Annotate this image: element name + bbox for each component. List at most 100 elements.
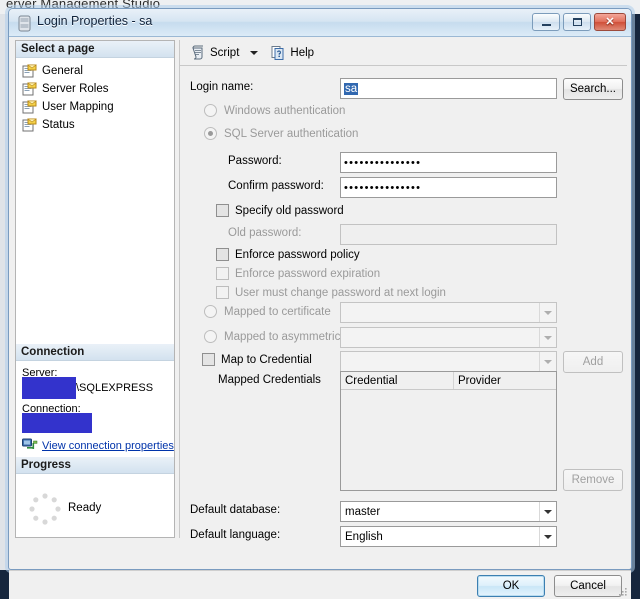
credential-dropdown[interactable]	[340, 351, 557, 372]
mapped-to-certificate-radio[interactable]: Mapped to certificate	[204, 305, 331, 318]
must-change-password-checkbox[interactable]: User must change password at next login	[216, 286, 446, 299]
dialog-body: Select a page General Server Roles User …	[9, 38, 633, 599]
progress-header: Progress	[16, 457, 174, 474]
general-page-form: Login name: sa Search... Windows authent…	[180, 67, 627, 547]
server-value: \SQLEXPRESS	[76, 382, 154, 394]
old-password-label: Old password:	[228, 227, 302, 239]
remove-credential-button[interactable]: Remove	[563, 469, 623, 491]
resize-grip-icon[interactable]	[618, 587, 628, 597]
checkbox-icon	[216, 204, 229, 217]
old-password-input[interactable]	[340, 224, 557, 245]
add-credential-button[interactable]: Add	[563, 351, 623, 373]
ok-button[interactable]: OK	[477, 575, 545, 597]
progress-body: Ready	[16, 474, 174, 554]
connection-body: Server: \SQLEXPRESS Connection: View con…	[16, 361, 174, 466]
map-to-credential-checkbox[interactable]: Map to Credential	[202, 353, 312, 366]
mapped-credentials-list[interactable]: Credential Provider	[340, 371, 557, 491]
column-header-credential[interactable]: Credential	[341, 372, 454, 389]
checkbox-icon	[216, 286, 229, 299]
maximize-button[interactable]	[563, 13, 591, 31]
password-label: Password:	[228, 155, 282, 167]
window-controls: ✕	[532, 13, 626, 31]
mapped-to-certificate-label: Mapped to certificate	[224, 305, 331, 318]
default-database-value: master	[345, 505, 381, 518]
sidebar-item-label: Server Roles	[42, 83, 109, 95]
enforce-password-expiration-checkbox[interactable]: Enforce password expiration	[216, 267, 380, 280]
page-icon	[22, 118, 37, 132]
page-list: General Server Roles User Mapping Status	[16, 58, 174, 134]
sidebar-item-server-roles[interactable]: Server Roles	[20, 80, 174, 98]
confirm-password-value: •••••••••••••••	[344, 181, 422, 194]
old-password-row: Old password:	[228, 227, 302, 239]
mapped-to-asymmetric-key-radio[interactable]: Mapped to asymmetric key	[204, 330, 361, 343]
confirm-password-label: Confirm password:	[228, 180, 324, 192]
login-properties-dialog: Login Properties - sa ✕ Select a page Ge…	[8, 8, 633, 599]
toolbar: Script Help	[180, 40, 627, 66]
sidebar-item-general[interactable]: General	[20, 62, 174, 80]
close-button[interactable]: ✕	[594, 13, 626, 31]
sidebar-item-user-mapping[interactable]: User Mapping	[20, 98, 174, 116]
help-button[interactable]: Help	[268, 43, 317, 62]
script-button[interactable]: Script	[188, 43, 242, 62]
server-name-redaction	[22, 377, 76, 399]
map-to-credential-label: Map to Credential	[221, 353, 312, 366]
title-bar[interactable]: Login Properties - sa ✕	[9, 9, 631, 37]
select-a-page-header: Select a page	[16, 41, 174, 58]
confirm-password-row: Confirm password:	[228, 180, 324, 192]
sidebar-item-status[interactable]: Status	[20, 116, 174, 134]
password-row: Password:	[228, 155, 282, 167]
page-icon	[22, 100, 37, 114]
checkbox-icon	[216, 248, 229, 261]
server-icon	[18, 15, 31, 32]
must-change-password-label: User must change password at next login	[235, 286, 446, 299]
left-pane: Select a page General Server Roles User …	[15, 40, 175, 538]
default-database-dropdown[interactable]: master	[340, 501, 557, 522]
default-language-dropdown[interactable]: English	[340, 526, 557, 547]
login-name-input[interactable]: sa	[340, 78, 557, 99]
login-name-row: Login name:	[190, 81, 253, 93]
minimize-icon	[541, 24, 551, 26]
sql-authentication-label: SQL Server authentication	[224, 127, 359, 140]
script-label: Script	[210, 46, 240, 59]
progress-status: Ready	[68, 502, 102, 514]
maximize-icon	[572, 18, 582, 26]
cancel-button[interactable]: Cancel	[554, 575, 622, 597]
chevron-down-icon	[539, 328, 556, 347]
credentials-list-header: Credential Provider	[341, 372, 556, 390]
help-label: Help	[290, 46, 315, 59]
default-database-label: Default database:	[190, 504, 281, 516]
right-pane: Script Help Login name: sa Search... Win…	[179, 40, 627, 547]
search-button[interactable]: Search...	[563, 78, 623, 100]
minimize-button[interactable]	[532, 13, 560, 31]
enforce-password-policy-checkbox[interactable]: Enforce password policy	[216, 248, 360, 261]
progress-section: Progress Ready	[16, 457, 174, 554]
windows-authentication-radio[interactable]: Windows authentication	[204, 104, 345, 117]
password-input[interactable]: •••••••••••••••	[340, 152, 557, 173]
spinner-icon	[29, 493, 61, 525]
screen: erver Management Studio Login Properties…	[0, 0, 640, 599]
page-icon	[22, 64, 37, 78]
sql-authentication-radio[interactable]: SQL Server authentication	[204, 127, 358, 140]
enforce-password-expiration-label: Enforce password expiration	[235, 267, 381, 280]
view-connection-properties-link[interactable]: View connection properties	[42, 440, 174, 452]
default-language-value: English	[345, 530, 383, 543]
mapped-credentials-label: Mapped Credentials	[218, 374, 321, 386]
chevron-down-icon	[539, 303, 556, 322]
specify-old-password-checkbox[interactable]: Specify old password	[216, 204, 344, 217]
window-title: Login Properties - sa	[37, 14, 153, 28]
login-name-value: sa	[344, 82, 359, 95]
column-header-provider[interactable]: Provider	[454, 372, 556, 389]
login-name-label: Login name:	[190, 81, 254, 93]
connection-section: Connection Server: \SQLEXPRESS Connectio…	[16, 344, 174, 466]
enforce-password-policy-label: Enforce password policy	[235, 248, 360, 261]
certificate-dropdown[interactable]	[340, 302, 557, 323]
sidebar-item-label: General	[42, 65, 83, 77]
close-icon: ✕	[605, 15, 615, 28]
chevron-down-icon[interactable]	[250, 50, 259, 55]
page-icon	[22, 82, 37, 96]
asymmetric-key-dropdown[interactable]	[340, 327, 557, 348]
connection-name-redaction	[22, 413, 92, 433]
checkbox-icon	[202, 353, 215, 366]
confirm-password-input[interactable]: •••••••••••••••	[340, 177, 557, 198]
default-language-row: Default language:	[190, 529, 280, 541]
